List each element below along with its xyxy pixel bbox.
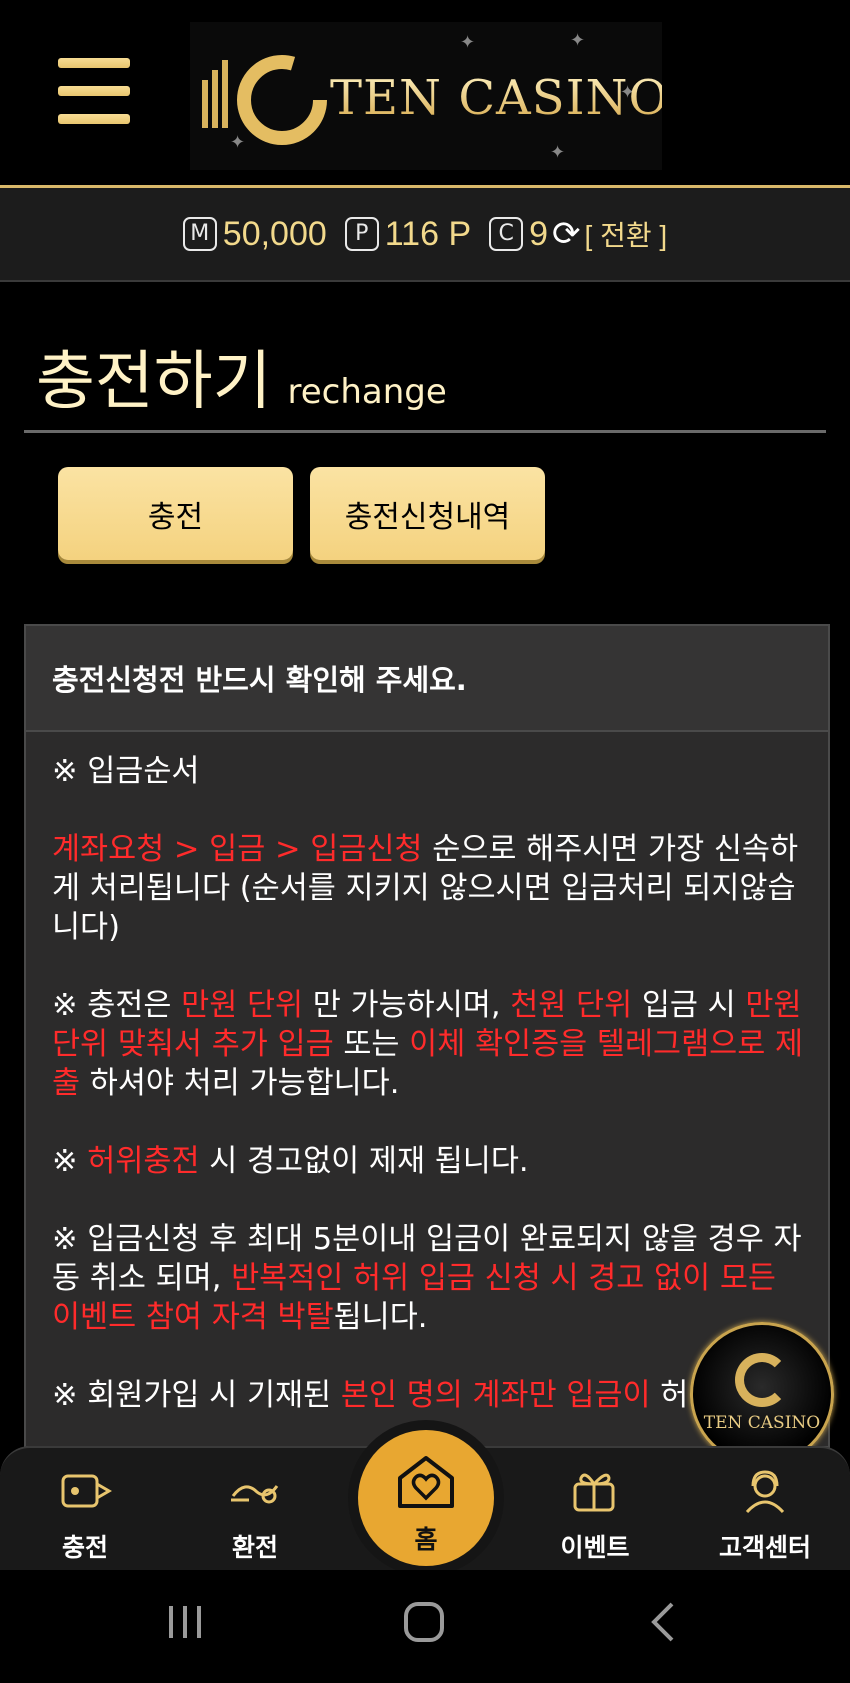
top-header: ✦ ✦ ✦ ✦ ✦ TEN CASINO (0, 0, 850, 185)
nav-exchange-label: 환전 (231, 1533, 278, 1562)
notice-highlight: 본인 명의 계좌만 입금이 (340, 1378, 651, 1413)
logo-mark-icon (202, 55, 327, 145)
notice-text: ※ 충전은 (52, 988, 182, 1023)
nav-charge-label: 충전 (61, 1533, 108, 1562)
money-badge-icon: M (182, 217, 217, 251)
notice-text: 입금 시 (632, 988, 746, 1023)
notice-text: 또는 (333, 1027, 410, 1062)
notice-auto-cancel: ※ 입금신청 후 최대 5분이내 입금이 완료되지 않을 경우 자동 취소 되며… (52, 1220, 804, 1337)
notice-order-desc: 계좌요청 > 입금 > 입금신청 순으로 해주시면 가장 신속하게 처리됩니다 … (52, 830, 804, 947)
notice-panel: 충전신청전 반드시 확인해 주세요. ※ 입금순서 계좌요청 > 입금 > 입금… (24, 624, 830, 1448)
refresh-icon[interactable]: ⟳ (552, 214, 581, 254)
point-value: 116 P (384, 214, 472, 253)
money-value: 50,000 (222, 214, 327, 253)
logo-text: TEN CASINO (330, 70, 662, 126)
notice-highlight: 허위충전 (87, 1144, 200, 1179)
switch-button[interactable]: [ 전환 ] (585, 214, 668, 254)
nav-home[interactable]: 홈 (358, 1430, 494, 1566)
coupon-badge-icon: C (489, 217, 524, 251)
title-divider (24, 430, 826, 433)
notice-heading: 충전신청전 반드시 확인해 주세요. (26, 626, 828, 732)
home-heart-icon (398, 1456, 454, 1508)
back-icon[interactable] (648, 1600, 678, 1644)
balance-bar: M 50,000 P 116 P C 9 ⟳ [ 전환 ] (0, 188, 850, 282)
hamburger-menu-icon[interactable] (58, 58, 130, 124)
home-system-icon[interactable] (402, 1600, 446, 1644)
nav-event-label: 이벤트 (560, 1533, 630, 1562)
money-balance: M 50,000 (182, 214, 327, 254)
notice-order-title: ※ 입금순서 (52, 754, 200, 789)
headset-icon (745, 1470, 785, 1514)
recent-apps-icon[interactable] (165, 1600, 205, 1644)
notice-order-steps: 계좌요청 > 입금 > 입금신청 (52, 832, 423, 867)
notice-text: 하셔야 처리 가능합니다. (80, 1066, 400, 1101)
notice-highlight: 만원 단위 (181, 988, 304, 1023)
nav-charge[interactable]: 충전 (20, 1448, 150, 1572)
nav-home-label: 홈 (414, 1525, 438, 1554)
notice-text: 됩니다. (333, 1300, 428, 1335)
system-nav-bar (0, 1570, 850, 1683)
nav-exchange[interactable]: 환전 (190, 1448, 320, 1572)
notice-text: 시 경고없이 제재 됩니다. (199, 1144, 529, 1179)
page-title-text: 충전하기 (36, 345, 272, 419)
gift-icon (573, 1473, 615, 1512)
floating-logo-text: TEN CASINO (703, 1413, 821, 1433)
notice-text: ※ 회원가입 시 기재된 (52, 1378, 341, 1413)
notice-highlight: 천원 단위 (510, 988, 633, 1023)
notice-text: 만 가능하시며, (303, 988, 511, 1023)
floating-logo-button[interactable]: TEN CASINO (690, 1322, 834, 1466)
notice-false-charge: ※ 허위충전 시 경고없이 제재 됩니다. (52, 1142, 804, 1181)
page-subtitle: rechange (287, 372, 447, 412)
notice-unit-rule: ※ 충전은 만원 단위 만 가능하시며, 천원 단위 입금 시 만원 단위 맞춰… (52, 986, 804, 1103)
tab-charge[interactable]: 충전 (58, 467, 293, 560)
wallet-in-icon (61, 1474, 112, 1508)
point-badge-icon: P (344, 217, 379, 251)
logo-ring-icon (735, 1353, 789, 1407)
coupon-balance: C 9 ⟳ [ 전환 ] (489, 214, 667, 254)
page-title: 충전하기 rechange (36, 330, 447, 422)
point-balance: P 116 P (344, 214, 472, 254)
coupon-value: 9 (529, 214, 549, 253)
nav-support[interactable]: 고객센터 (700, 1448, 830, 1572)
site-logo[interactable]: ✦ ✦ ✦ ✦ ✦ TEN CASINO (190, 22, 662, 170)
notice-text: ※ (52, 1144, 88, 1179)
exchange-icon (231, 1485, 279, 1504)
notice-body: ※ 입금순서 계좌요청 > 입금 > 입금신청 순으로 해주시면 가장 신속하게… (26, 732, 828, 1415)
nav-support-label: 고객센터 (718, 1533, 811, 1562)
tab-charge-history[interactable]: 충전신청내역 (310, 467, 545, 560)
nav-event[interactable]: 이벤트 (530, 1448, 660, 1572)
